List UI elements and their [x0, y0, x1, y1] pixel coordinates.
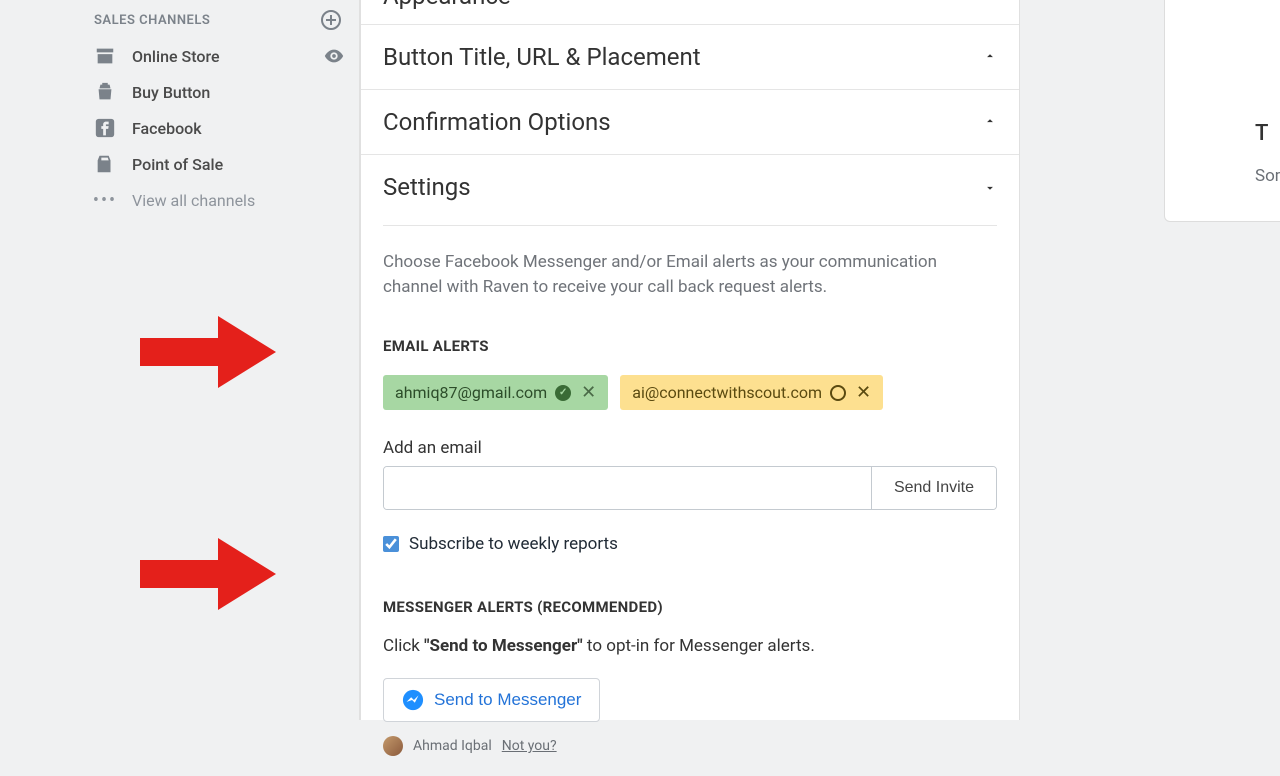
section-button-title: Button Title, URL & Placement — [361, 25, 1019, 90]
sidebar-item-online-store[interactable]: Online Store — [80, 38, 359, 74]
sidebar-item-view-all[interactable]: ••• View all channels — [80, 182, 359, 218]
messenger-alerts-heading: MESSENGER ALERTS (RECOMMENDED) — [383, 598, 997, 616]
subscribe-checkbox[interactable] — [383, 536, 399, 552]
settings-body: Choose Facebook Messenger and/or Email a… — [361, 219, 1019, 776]
annotation-arrow — [140, 538, 280, 610]
sidebar-item-point-of-sale[interactable]: Point of Sale — [80, 146, 359, 182]
sidebar-item-label: View all channels — [132, 191, 345, 210]
sidebar-item-facebook[interactable]: Facebook — [80, 110, 359, 146]
annotation-arrow — [140, 316, 280, 388]
sidebar-item-label: Online Store — [132, 47, 307, 66]
email-chip-list: ahmiq87@gmail.com ✓ ✕ ai@connectwithscou… — [383, 375, 997, 410]
divider — [383, 225, 997, 226]
visibility-icon[interactable] — [323, 45, 345, 67]
more-icon: ••• — [94, 189, 116, 211]
section-header-appearance[interactable]: Appearance — [361, 0, 1019, 24]
sidebar-item-label: Facebook — [132, 119, 345, 138]
right-card-title: T — [1255, 121, 1280, 146]
pending-icon — [830, 385, 846, 401]
chevron-up-icon — [983, 115, 997, 129]
main-panel: Appearance Button Title, URL & Placement… — [360, 0, 1020, 720]
section-header-button-title[interactable]: Button Title, URL & Placement — [361, 25, 1019, 89]
sidebar-item-label: Buy Button — [132, 83, 345, 102]
sidebar-item-label: Point of Sale — [132, 155, 345, 174]
chevron-up-icon — [983, 50, 997, 64]
section-title: Appearance — [383, 0, 511, 10]
verified-icon: ✓ — [555, 385, 571, 401]
email-chip-pending: ai@connectwithscout.com ✕ — [620, 375, 883, 410]
messenger-user-row: Ahmad Iqbal Not you? — [383, 736, 997, 756]
email-chip-text: ai@connectwithscout.com — [632, 383, 822, 402]
email-alerts-heading: EMAIL ALERTS — [383, 337, 997, 355]
subscribe-label: Subscribe to weekly reports — [409, 534, 618, 554]
section-settings: Settings Choose Facebook Messenger and/o… — [361, 155, 1019, 776]
messenger-icon — [402, 689, 424, 711]
add-email-label: Add an email — [383, 438, 997, 458]
chevron-down-icon — [983, 180, 997, 194]
add-channel-icon[interactable] — [321, 10, 341, 30]
email-chip-verified: ahmiq87@gmail.com ✓ ✕ — [383, 375, 608, 410]
messenger-instruction: Click "Send to Messenger" to opt-in for … — [383, 636, 997, 656]
remove-email-icon[interactable]: ✕ — [854, 382, 873, 403]
send-to-messenger-button[interactable]: Send to Messenger — [383, 678, 600, 722]
section-title: Confirmation Options — [383, 108, 611, 136]
sales-channels-heading: SALES CHANNELS — [94, 13, 210, 28]
add-email-input[interactable] — [384, 467, 871, 509]
sidebar-item-buy-button[interactable]: Buy Button — [80, 74, 359, 110]
avatar — [383, 736, 403, 756]
facebook-icon — [94, 117, 116, 139]
add-email-row: Send Invite — [383, 466, 997, 510]
section-header-settings[interactable]: Settings — [361, 155, 1019, 219]
section-appearance: Appearance — [361, 0, 1019, 25]
section-confirmation: Confirmation Options — [361, 90, 1019, 155]
remove-email-icon[interactable]: ✕ — [579, 382, 598, 403]
buy-button-icon — [94, 81, 116, 103]
send-invite-button[interactable]: Send Invite — [871, 467, 996, 509]
email-chip-text: ahmiq87@gmail.com — [395, 383, 547, 402]
sidebar-header: SALES CHANNELS — [80, 0, 359, 38]
send-to-messenger-label: Send to Messenger — [434, 690, 581, 710]
section-header-confirmation[interactable]: Confirmation Options — [361, 90, 1019, 154]
section-title: Settings — [383, 173, 471, 201]
pos-icon — [94, 153, 116, 175]
store-icon — [94, 45, 116, 67]
section-title: Button Title, URL & Placement — [383, 43, 701, 71]
not-you-link[interactable]: Not you? — [502, 738, 557, 754]
settings-description: Choose Facebook Messenger and/or Email a… — [383, 250, 997, 299]
right-side-card: T Som — [1164, 0, 1280, 222]
right-card-sub: Som — [1255, 166, 1280, 186]
subscribe-row[interactable]: Subscribe to weekly reports — [383, 534, 997, 554]
user-name: Ahmad Iqbal — [413, 738, 492, 754]
